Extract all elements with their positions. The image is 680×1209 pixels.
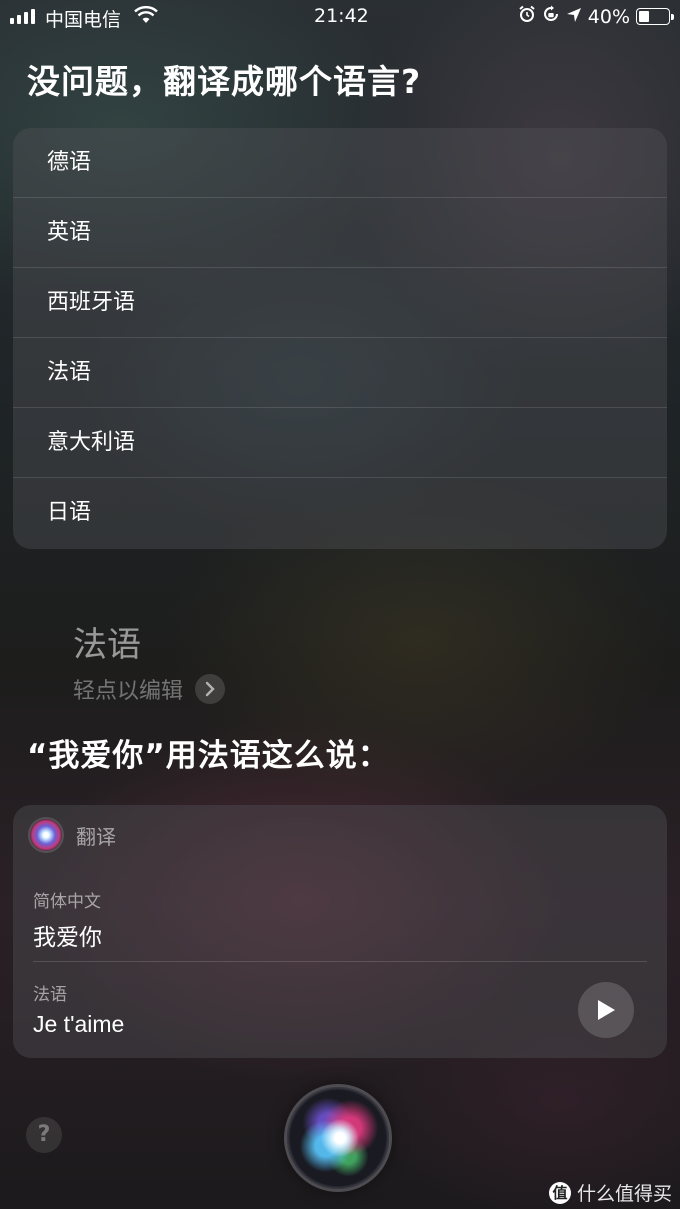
language-option[interactable]: 德语 — [13, 128, 667, 198]
target-text: Je t'aime — [33, 1011, 125, 1037]
edit-hint-label: 轻点以编辑 — [73, 679, 184, 704]
language-option[interactable]: 法语 — [13, 338, 667, 408]
target-language-label: 法语 — [33, 985, 67, 1005]
location-icon — [566, 6, 582, 28]
battery-percent: 40% — [587, 5, 630, 28]
translation-card-title: 翻译 — [76, 824, 116, 849]
carrier-label: 中国电信 — [45, 9, 122, 31]
rotation-lock-icon — [542, 5, 560, 28]
play-icon — [598, 1000, 615, 1020]
watermark: 值 什么值得买 — [548, 1179, 672, 1206]
siri-orb-button[interactable] — [287, 1087, 389, 1189]
language-list: 德语 英语 西班牙语 法语 意大利语 日语 — [13, 128, 667, 549]
wifi-icon — [134, 5, 158, 29]
language-option[interactable]: 西班牙语 — [13, 268, 667, 338]
alarm-icon — [518, 5, 536, 28]
help-button[interactable]: ? — [26, 1117, 62, 1153]
siri-app-icon — [30, 819, 62, 851]
watermark-logo-icon: 值 — [548, 1181, 571, 1204]
siri-question: 没问题，翻译成哪个语言? — [27, 62, 422, 101]
siri-answer: “我爱你”用法语这么说： — [27, 738, 390, 774]
language-option[interactable]: 英语 — [13, 198, 667, 268]
tap-to-edit[interactable]: 轻点以编辑 — [73, 673, 226, 705]
divider — [33, 961, 647, 962]
source-language-label: 简体中文 — [33, 892, 101, 912]
language-option[interactable]: 意大利语 — [13, 408, 667, 478]
chevron-right-icon[interactable] — [195, 674, 226, 704]
selected-language[interactable]: 法语 — [73, 617, 141, 666]
battery-icon — [636, 8, 674, 25]
signal-icon — [10, 9, 35, 24]
watermark-text: 什么值得买 — [576, 1183, 672, 1205]
status-bar: 中国电信 21:42 40% — [0, 0, 680, 32]
clock: 21:42 — [314, 5, 369, 27]
language-option[interactable]: 日语 — [13, 478, 667, 548]
play-audio-button[interactable] — [578, 982, 634, 1038]
source-text: 我爱你 — [33, 925, 102, 951]
